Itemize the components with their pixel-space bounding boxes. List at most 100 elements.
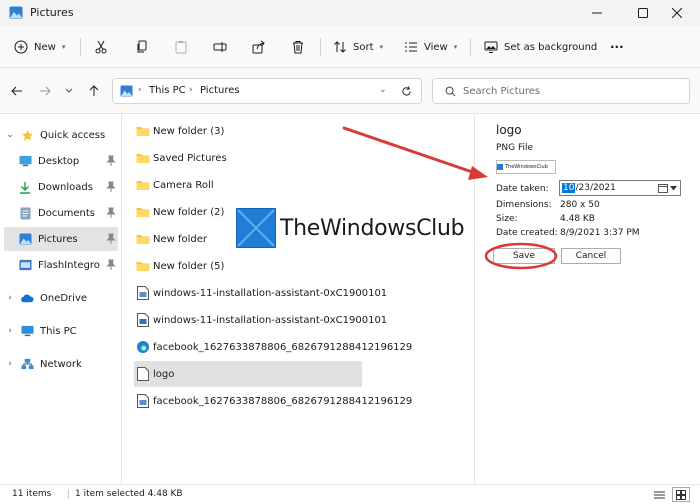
details-pane: logo PNG File TheWindowsClub Date taken:… bbox=[474, 114, 700, 484]
copy-button[interactable] bbox=[135, 34, 149, 60]
address-bar[interactable]: › This PC › Pictures ⌄ bbox=[112, 78, 422, 104]
selection-info: 1 item selected 4.48 KB bbox=[68, 489, 183, 499]
divider bbox=[320, 38, 321, 56]
list-item-file[interactable]: windows-11-installation-assistant-0xC190… bbox=[134, 280, 387, 306]
pin-icon[interactable] bbox=[106, 181, 116, 193]
computer-icon bbox=[20, 325, 34, 337]
details-file-type: PNG File bbox=[496, 143, 534, 153]
pin-icon[interactable] bbox=[106, 259, 116, 271]
close-button[interactable] bbox=[654, 0, 700, 26]
desktop-icon bbox=[18, 155, 32, 167]
cut-button[interactable] bbox=[94, 34, 108, 60]
chevron-down-icon[interactable]: ⌄ bbox=[4, 130, 16, 140]
minimize-button[interactable] bbox=[574, 0, 620, 26]
list-item-file[interactable]: facebook_1627633878806_68267912884121961… bbox=[134, 388, 412, 414]
date-taken-rest[interactable]: /23/2021 bbox=[575, 183, 615, 193]
refresh-icon[interactable] bbox=[401, 86, 412, 97]
cancel-button[interactable]: Cancel bbox=[561, 248, 621, 264]
chevron-down-icon bbox=[65, 88, 73, 93]
tiles-view-button[interactable] bbox=[672, 487, 690, 502]
sidebar-item-desktop[interactable]: Desktop bbox=[14, 149, 118, 173]
chevron-right-icon[interactable]: › bbox=[4, 326, 16, 336]
file-name: facebook_1627633878806_68267912884121961… bbox=[153, 395, 413, 407]
up-button[interactable] bbox=[85, 83, 103, 99]
sidebar-item-quick-access[interactable]: ⌄ Quick access bbox=[4, 123, 118, 147]
close-icon bbox=[672, 8, 682, 18]
save-label: Save bbox=[512, 251, 536, 261]
list-item-folder[interactable]: New folder (5) bbox=[134, 253, 362, 279]
pin-icon[interactable] bbox=[106, 207, 116, 219]
download-icon bbox=[20, 181, 30, 194]
tiles-view-icon bbox=[676, 489, 686, 500]
set-as-background-button[interactable]: Set as background bbox=[484, 34, 597, 60]
cancel-label: Cancel bbox=[575, 251, 607, 261]
file-name: New folder (2) bbox=[153, 206, 225, 218]
pin-icon[interactable] bbox=[106, 155, 116, 167]
dropdown-arrow-icon[interactable] bbox=[670, 185, 677, 191]
sidebar-item-label: Quick access bbox=[40, 129, 106, 141]
file-name: New folder bbox=[153, 233, 208, 245]
paste-button[interactable] bbox=[174, 34, 188, 60]
sidebar-item-pictures[interactable]: Pictures bbox=[4, 227, 118, 251]
pin-icon[interactable] bbox=[106, 233, 116, 245]
sidebar-item-label: OneDrive bbox=[40, 292, 88, 304]
date-taken-field[interactable]: 10 /23/2021 bbox=[559, 180, 681, 196]
file-name: windows-11-installation-assistant-0xC190… bbox=[153, 287, 388, 299]
list-item-folder[interactable]: New folder (3) bbox=[134, 118, 362, 144]
sidebar-item-network[interactable]: › Network bbox=[4, 352, 118, 376]
sidebar-item-this-pc[interactable]: › This PC bbox=[4, 319, 118, 343]
list-item-file[interactable]: facebook_1627633878806_68267912884121961… bbox=[134, 334, 412, 360]
chevron-right-icon[interactable]: › bbox=[4, 293, 16, 303]
folder-icon bbox=[136, 262, 150, 271]
sidebar-item-label: Network bbox=[40, 358, 82, 370]
date-created-value: 8/9/2021 3:37 PM bbox=[560, 228, 640, 238]
star-icon bbox=[21, 129, 33, 141]
date-created-label: Date created: bbox=[496, 228, 558, 238]
search-box[interactable] bbox=[432, 78, 690, 104]
image-file-icon bbox=[137, 286, 149, 300]
date-taken-month-selected[interactable]: 10 bbox=[562, 183, 576, 193]
file-name: Camera Roll bbox=[153, 179, 214, 191]
list-item-folder[interactable]: Saved Pictures bbox=[134, 145, 362, 171]
recent-locations-button[interactable] bbox=[60, 83, 78, 99]
window-title: Pictures bbox=[30, 6, 74, 19]
documents-icon bbox=[20, 207, 30, 219]
date-taken-label: Date taken: bbox=[496, 184, 549, 194]
sidebar-item-flashintegro[interactable]: FlashIntegro bbox=[14, 253, 118, 277]
chevron-down-icon[interactable]: ⌄ bbox=[379, 85, 387, 95]
pictures-app-icon bbox=[9, 6, 23, 19]
plus-circle-icon bbox=[14, 40, 28, 54]
details-view-icon[interactable] bbox=[654, 490, 665, 500]
chevron-right-icon[interactable]: › bbox=[4, 359, 16, 369]
list-item-file[interactable]: windows-11-installation-assistant-0xC190… bbox=[134, 307, 387, 333]
back-button[interactable] bbox=[8, 83, 26, 99]
pictures-icon bbox=[120, 85, 133, 97]
copy-icon bbox=[137, 40, 147, 53]
sidebar-item-label: Downloads bbox=[38, 181, 93, 193]
search-input[interactable] bbox=[463, 84, 678, 99]
dimensions-value: 280 x 50 bbox=[560, 200, 600, 210]
list-item-file-selected[interactable]: logo bbox=[134, 361, 362, 387]
calendar-icon[interactable] bbox=[658, 183, 668, 193]
details-file-name: logo bbox=[496, 123, 522, 137]
forward-button[interactable] bbox=[36, 83, 54, 99]
app-icon bbox=[18, 259, 32, 271]
dimensions-label: Dimensions: bbox=[496, 200, 552, 210]
more-options-button[interactable]: ··· bbox=[610, 34, 624, 60]
sidebar-item-onedrive[interactable]: › OneDrive bbox=[4, 286, 118, 310]
sidebar-item-documents[interactable]: Documents bbox=[14, 201, 118, 225]
save-button[interactable]: Save bbox=[493, 248, 555, 264]
file-name: Saved Pictures bbox=[153, 152, 227, 164]
sort-button[interactable]: Sort ▾ bbox=[333, 34, 383, 60]
breadcrumb-pictures[interactable]: Pictures bbox=[200, 85, 240, 96]
new-button[interactable]: New ▾ bbox=[14, 34, 65, 60]
divider bbox=[470, 38, 471, 56]
share-button[interactable] bbox=[252, 34, 266, 60]
sidebar-item-downloads[interactable]: Downloads bbox=[14, 175, 118, 199]
breadcrumb-this-pc[interactable]: This PC bbox=[149, 85, 186, 96]
rename-button[interactable] bbox=[213, 34, 227, 60]
view-button[interactable]: View ▾ bbox=[404, 34, 457, 60]
sidebar-item-label: FlashIntegro bbox=[38, 259, 100, 271]
list-item-folder[interactable]: Camera Roll bbox=[134, 172, 362, 198]
delete-button[interactable] bbox=[291, 34, 305, 60]
